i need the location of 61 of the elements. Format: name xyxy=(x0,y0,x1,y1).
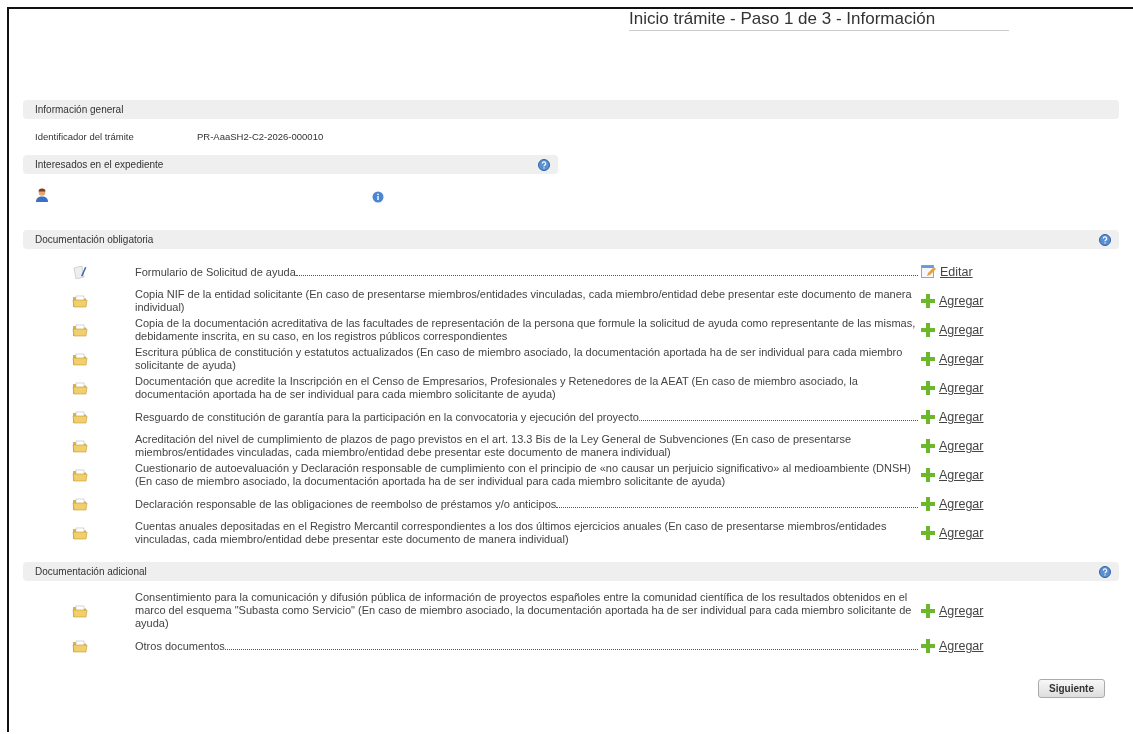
document-name: Formulario de Solicitud de ayuda xyxy=(135,265,296,279)
help-icon[interactable] xyxy=(1099,233,1111,246)
plus-icon xyxy=(921,439,935,453)
folder-icon xyxy=(72,381,88,395)
section-title: Documentación adicional xyxy=(35,566,147,577)
info-icon[interactable] xyxy=(372,191,384,203)
plus-icon xyxy=(921,603,935,618)
plus-icon xyxy=(921,468,935,482)
add-link[interactable]: Agregar xyxy=(921,468,984,482)
plus-icon xyxy=(921,381,935,395)
edit-link[interactable]: Editar xyxy=(921,265,973,279)
plus-icon xyxy=(921,639,935,653)
page-title: Inicio trámite - Paso 1 de 3 - Información xyxy=(629,9,1009,31)
field-label: Identificador del trámite xyxy=(35,131,135,142)
folder-icon xyxy=(72,410,88,424)
plus-icon xyxy=(921,497,935,511)
add-link[interactable]: Agregar xyxy=(921,439,984,453)
add-link[interactable]: Agregar xyxy=(921,294,984,308)
folder-icon xyxy=(72,526,88,540)
plus-icon xyxy=(921,352,935,366)
add-link[interactable]: Agregar xyxy=(921,603,984,618)
folder-icon xyxy=(72,468,88,482)
field-value: PR-AaaSH2-C2-2026-000010 xyxy=(197,131,324,142)
folder-icon xyxy=(72,497,88,511)
document-name: Acreditación del nivel de cumplimiento de plazos de pago previstos en el art. 13.3 Bis de la Ley General de Subvenciones (En caso de presentarse miembros/entidades vinculadas, cada miembro/entidad debe presentar este documento de manera individual) xyxy=(135,433,853,459)
plus-icon xyxy=(921,294,935,308)
edit-icon xyxy=(921,265,936,279)
add-link[interactable]: Agregar xyxy=(921,410,984,424)
plus-icon xyxy=(921,410,935,424)
document-name: Cuentas anuales depositadas en el Registro Mercantil correspondientes a los dos últimos ejercicios anuales (En caso de presentarse miembros/entidades vinculadas, cada miembro/entidad debe presentar este documento de manera individual) xyxy=(135,520,888,546)
add-link[interactable]: Agregar xyxy=(921,323,984,337)
person-icon xyxy=(35,188,49,202)
document-name: Cuestionario de autoevaluación y Declaración responsable de cumplimiento con el principio de «no causar un perjuicio significativo» al medioambiente (DNSH) (En caso de miembro asociado, la documentación aportada ha de ser individual para cada miembro solicitante de ayuda) xyxy=(135,462,912,488)
plus-icon xyxy=(921,323,935,337)
add-link[interactable]: Agregar xyxy=(921,639,984,653)
next-button[interactable]: Siguiente xyxy=(1038,679,1105,698)
section-title: Documentación obligatoria xyxy=(35,234,154,245)
document-name: Consentimiento para la comunicación y difusión pública de información de proyectos españoles entre la comunidad científica de los resultados obtenidos en el marco del esquema "Subasta como Servicio" (En caso de miembro asociado, la documentación aportada ha de ser individual para cada miembro solicitante de ayuda) xyxy=(135,591,913,630)
folder-icon xyxy=(72,352,88,366)
folder-icon xyxy=(72,439,88,453)
folder-icon xyxy=(72,639,88,653)
section-title: Interesados en el expediente xyxy=(35,159,164,170)
add-link[interactable]: Agregar xyxy=(921,526,984,540)
section-title: Información general xyxy=(35,104,124,115)
add-link[interactable]: Agregar xyxy=(921,352,984,366)
folder-icon xyxy=(72,323,88,337)
help-icon[interactable] xyxy=(1099,565,1111,578)
add-link[interactable]: Agregar xyxy=(921,381,984,395)
plus-icon xyxy=(921,526,935,540)
document-name: Documentación que acredite la Inscripción en el Censo de Empresarios, Profesionales y Retenedores de la AEAT (En caso de miembro asociado, la documentación aportada ha de ser individual para cada miembro solicitante de ayuda) xyxy=(135,375,859,401)
document-name: Resguardo de constitución de garantía para la participación en la convocatoria y ejecución del proyecto xyxy=(135,410,639,424)
document-name: Otros documentos xyxy=(135,639,225,653)
document-name: Copia de la documentación acreditativa de las facultades de representación de la persona que formule la solicitud de ayuda como representante de las mismas, debidamente inscrita, en su caso, en los registros públicos correspondientes xyxy=(135,317,917,343)
form-icon xyxy=(72,265,88,279)
document-name: Escritura pública de constitución y estatutos actualizados (En caso de miembro asociado, la documentación aportada ha de ser individual para cada miembro solicitante de ayuda) xyxy=(135,346,904,372)
document-name: Declaración responsable de las obligaciones de reembolso de préstamos y/o anticipos xyxy=(135,497,557,511)
help-icon[interactable] xyxy=(538,158,550,171)
add-link[interactable]: Agregar xyxy=(921,497,984,511)
document-name: Copia NIF de la entidad solicitante (En caso de presentarse miembros/entidades vinculadas, cada miembro/entidad debe presentar este documento de manera individual) xyxy=(135,288,913,314)
folder-icon xyxy=(72,294,88,308)
folder-icon xyxy=(72,603,88,618)
